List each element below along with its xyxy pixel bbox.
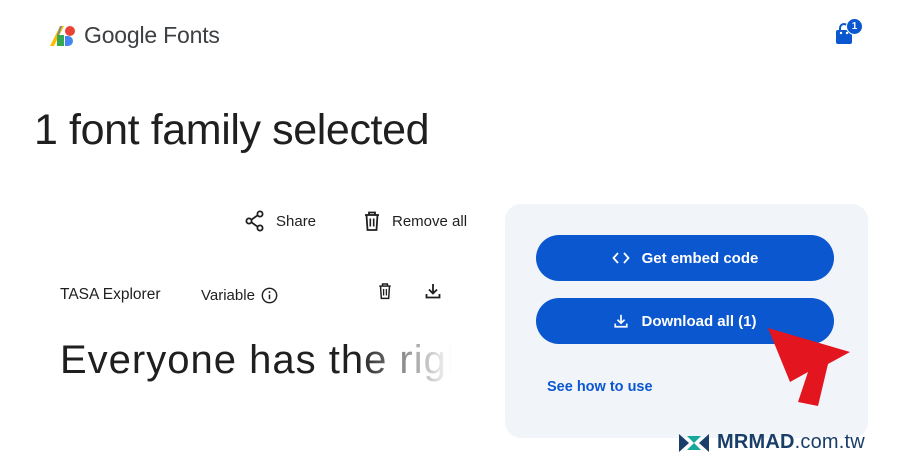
download-font-icon[interactable] — [424, 282, 442, 300]
remove-all-button[interactable]: Remove all — [362, 210, 467, 232]
remove-all-label: Remove all — [392, 212, 468, 230]
font-family-name[interactable]: TASA Explorer — [60, 286, 161, 304]
share-icon — [245, 210, 264, 232]
brand-title[interactable]: Google Fonts — [84, 22, 220, 49]
code-icon — [611, 252, 630, 264]
annotation-arrow-icon — [768, 328, 850, 406]
get-embed-code-label: Get embed code — [641, 249, 759, 267]
info-icon[interactable] — [261, 287, 278, 304]
share-button[interactable]: Share — [244, 210, 316, 232]
watermark-domain: .com.tw — [794, 431, 865, 453]
share-label: Share — [276, 212, 317, 230]
trash-icon — [365, 211, 379, 231]
font-preview-text: Everyone has the right to freedom — [60, 338, 452, 382]
see-how-to-use-link[interactable]: See how to use — [547, 379, 653, 395]
download-icon — [614, 314, 629, 328]
bag-count-badge: 1 — [846, 18, 863, 35]
get-embed-code-button[interactable]: Get embed code — [536, 235, 834, 281]
google-fonts-logo[interactable] — [48, 24, 76, 48]
page-title: 1 font family selected — [34, 106, 430, 154]
font-variant: Variable — [201, 287, 278, 304]
font-variant-label: Variable — [201, 287, 255, 304]
font-preview: Everyone has the right to freedom — [60, 338, 452, 390]
remove-font-icon[interactable] — [376, 282, 394, 300]
watermark: MRMAD.com.tw — [677, 431, 865, 454]
watermark-brand: MRMAD — [717, 431, 795, 453]
mrmad-logo-icon — [679, 433, 709, 452]
